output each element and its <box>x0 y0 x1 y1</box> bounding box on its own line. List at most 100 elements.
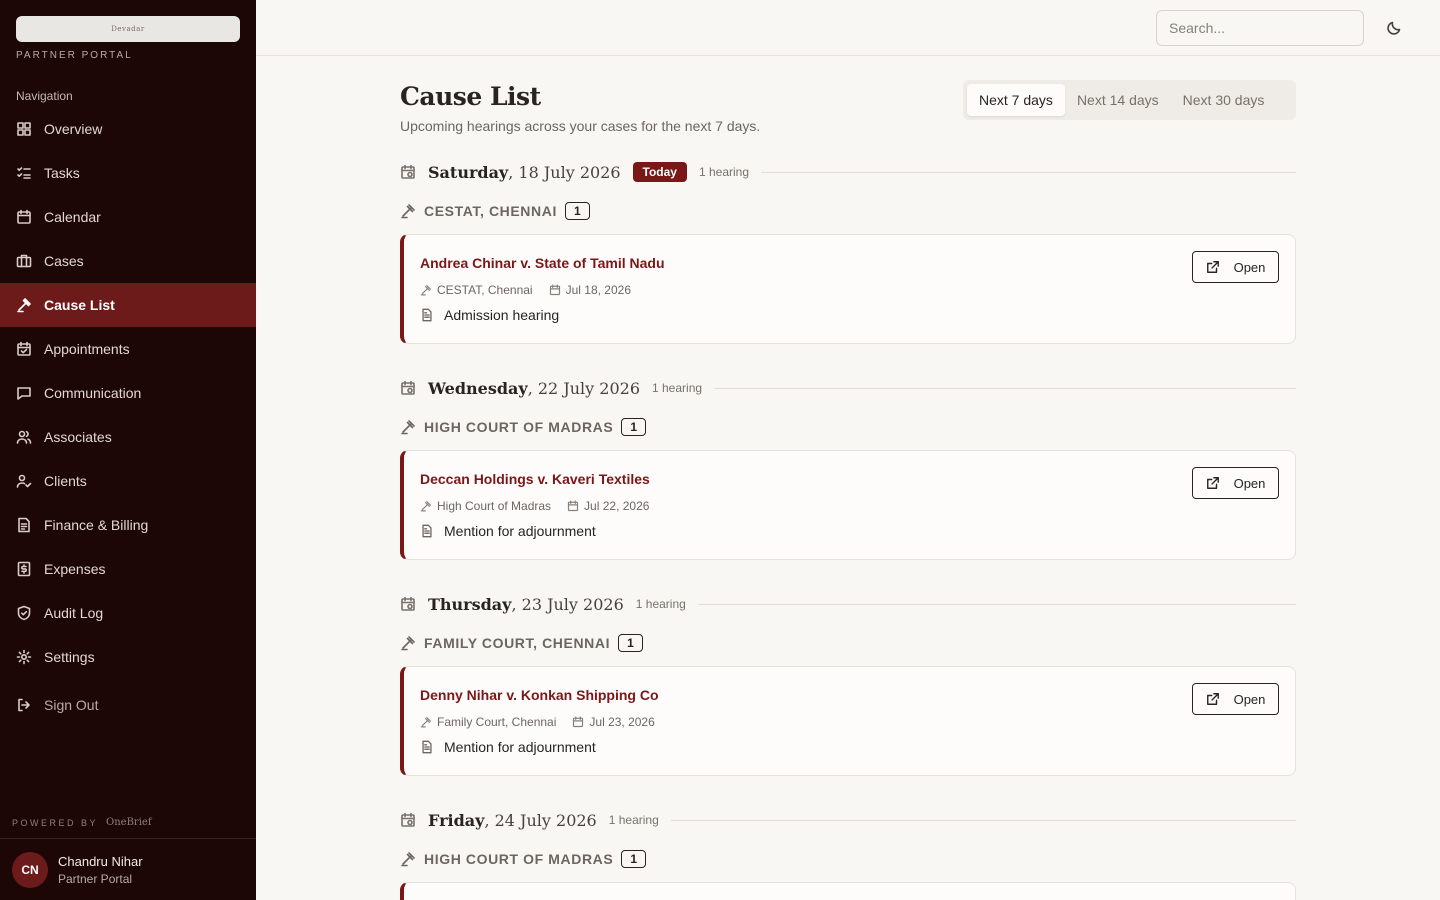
sidebar-item-label: Cause List <box>44 297 115 313</box>
range-tabs: Next 7 days Next 14 days Next 30 days <box>963 80 1296 120</box>
case-meta: CESTAT, Chennai Jul 18, 2026 <box>420 283 631 297</box>
case-date: Jul 18, 2026 <box>565 283 631 297</box>
sidebar-divider <box>0 838 256 839</box>
gavel-icon <box>420 284 432 296</box>
case-purpose-text: Mention for adjournment <box>444 739 596 755</box>
day-weekday: Saturday <box>428 162 509 182</box>
court-count-badge: 1 <box>564 202 590 220</box>
day-header: Saturday, 18 July 2026 Today 1 hearing <box>400 160 1296 184</box>
gear-icon <box>16 649 32 665</box>
open-case-button[interactable]: Open <box>1192 683 1279 715</box>
external-link-icon <box>1206 261 1219 273</box>
search-input[interactable] <box>1156 10 1364 46</box>
theme-toggle-button[interactable] <box>1382 16 1406 40</box>
document-icon <box>422 740 432 754</box>
sign-out-label: Sign Out <box>44 697 99 713</box>
powered-by: POWERED BY OneBrief <box>12 817 152 828</box>
day-date: , 18 July 2026 <box>508 162 621 182</box>
document-icon <box>422 308 432 322</box>
sidebar-item-associates[interactable]: Associates <box>0 415 256 459</box>
hearing-count: 1 hearing <box>698 165 750 179</box>
sidebar-item-communication[interactable]: Communication <box>0 371 256 415</box>
user-name: Chandru Nihar <box>58 854 143 869</box>
sidebar-item-label: Overview <box>44 121 103 137</box>
sidebar-item-cases[interactable]: Cases <box>0 239 256 283</box>
court-name: FAMILY COURT, CHENNAI <box>424 635 611 651</box>
calendar-clock-icon <box>401 812 415 827</box>
sidebar-item-label: Clients <box>44 473 87 489</box>
tab-next-30-days[interactable]: Next 30 days <box>1171 84 1277 116</box>
gavel-icon <box>17 298 31 313</box>
calendar-icon <box>17 209 31 224</box>
sidebar-item-label: Communication <box>44 385 142 401</box>
briefcase-icon <box>16 254 32 268</box>
sidebar-item-label: Settings <box>44 649 95 665</box>
users-icon <box>16 430 32 444</box>
day-divider <box>714 387 1296 389</box>
calendar-clock-icon <box>401 380 415 395</box>
sidebar-item-audit-log[interactable]: Audit Log <box>0 591 256 635</box>
sidebar-item-cause-list[interactable]: Cause List <box>0 283 256 327</box>
case-meta: High Court of Madras Jul 22, 2026 <box>420 499 649 513</box>
day-divider <box>761 171 1296 173</box>
open-case-button[interactable]: Open <box>1192 467 1279 499</box>
tab-next-14-days[interactable]: Next 14 days <box>1065 84 1171 116</box>
document-icon <box>422 524 432 538</box>
user-check-icon <box>16 474 32 488</box>
case-title-link[interactable]: Andrea Chinar v. State of Tamil Nadu <box>420 255 665 271</box>
today-badge: Today <box>632 162 687 182</box>
sidebar-item-expenses[interactable]: Expenses <box>0 547 256 591</box>
case-title-link[interactable]: Denny Nihar v. Konkan Shipping Co <box>420 687 659 703</box>
case-purpose: Admission hearing <box>420 307 559 323</box>
case-title-link[interactable]: Deccan Holdings v. Kaveri Textiles <box>420 471 650 487</box>
logo-text: Devadar <box>111 25 145 33</box>
sidebar-item-label: Audit Log <box>44 605 104 621</box>
sidebar-item-clients[interactable]: Clients <box>0 459 256 503</box>
sidebar-item-settings[interactable]: Settings <box>0 635 256 679</box>
court-header: HIGH COURT OF MADRAS 1 <box>400 415 647 439</box>
day-weekday: Wednesday <box>428 378 528 398</box>
user-role: Partner Portal <box>58 872 133 886</box>
sidebar-item-label: Expenses <box>44 561 106 577</box>
sidebar-item-tasks[interactable]: Tasks <box>0 151 256 195</box>
gavel-icon <box>420 500 432 512</box>
day-date: , 24 July 2026 <box>484 810 597 830</box>
open-case-button[interactable]: Open <box>1192 251 1279 283</box>
day-header: Friday, 24 July 2026 1 hearing <box>400 808 1296 832</box>
sidebar-item-calendar[interactable]: Calendar <box>0 195 256 239</box>
tab-next-7-days[interactable]: Next 7 days <box>967 84 1065 116</box>
case-purpose-text: Admission hearing <box>444 307 560 323</box>
sidebar-item-label: Tasks <box>44 165 80 181</box>
sidebar-item-label: Calendar <box>44 209 101 225</box>
message-icon <box>17 387 31 400</box>
sign-out-button[interactable]: Sign Out <box>0 683 256 727</box>
sidebar: Devadar PARTNER PORTAL Navigation Overvi… <box>0 0 256 900</box>
day-date: , 23 July 2026 <box>511 594 624 614</box>
sidebar-item-overview[interactable]: Overview <box>0 107 256 151</box>
calendar-clock-icon <box>401 164 415 179</box>
gavel-icon <box>401 852 415 867</box>
receipt-icon <box>18 517 30 533</box>
day-header: Thursday, 23 July 2026 1 hearing <box>400 592 1296 616</box>
open-label: Open <box>1233 475 1266 491</box>
hearing-count: 1 hearing <box>608 813 659 827</box>
sidebar-item-label: Cases <box>44 253 84 269</box>
day-title: Friday, 24 July 2026 <box>428 811 597 830</box>
avatar[interactable]: CN <box>12 852 48 888</box>
gavel-icon <box>420 716 432 728</box>
hearing-card: Denny Nihar v. Konkan Shipping Co Family… <box>400 666 1296 776</box>
case-purpose: Mention for adjournment <box>420 523 596 539</box>
external-link-icon <box>1206 693 1219 705</box>
dashboard-icon <box>17 122 31 136</box>
gavel-icon <box>401 636 415 651</box>
firm-logo[interactable]: Devadar <box>16 16 240 42</box>
sidebar-item-finance-billing[interactable]: Finance & Billing <box>0 503 256 547</box>
onebrief-logo: OneBrief <box>106 817 152 828</box>
court-header: CESTAT, CHENNAI 1 <box>400 199 590 223</box>
court-count-badge: 1 <box>621 850 647 868</box>
hearing-card: Andrea Chinar v. State of Tamil Nadu CES… <box>400 234 1296 344</box>
calendar-icon <box>573 716 584 728</box>
sidebar-item-appointments[interactable]: Appointments <box>0 327 256 371</box>
gavel-icon <box>401 420 415 435</box>
open-label: Open <box>1233 259 1266 275</box>
